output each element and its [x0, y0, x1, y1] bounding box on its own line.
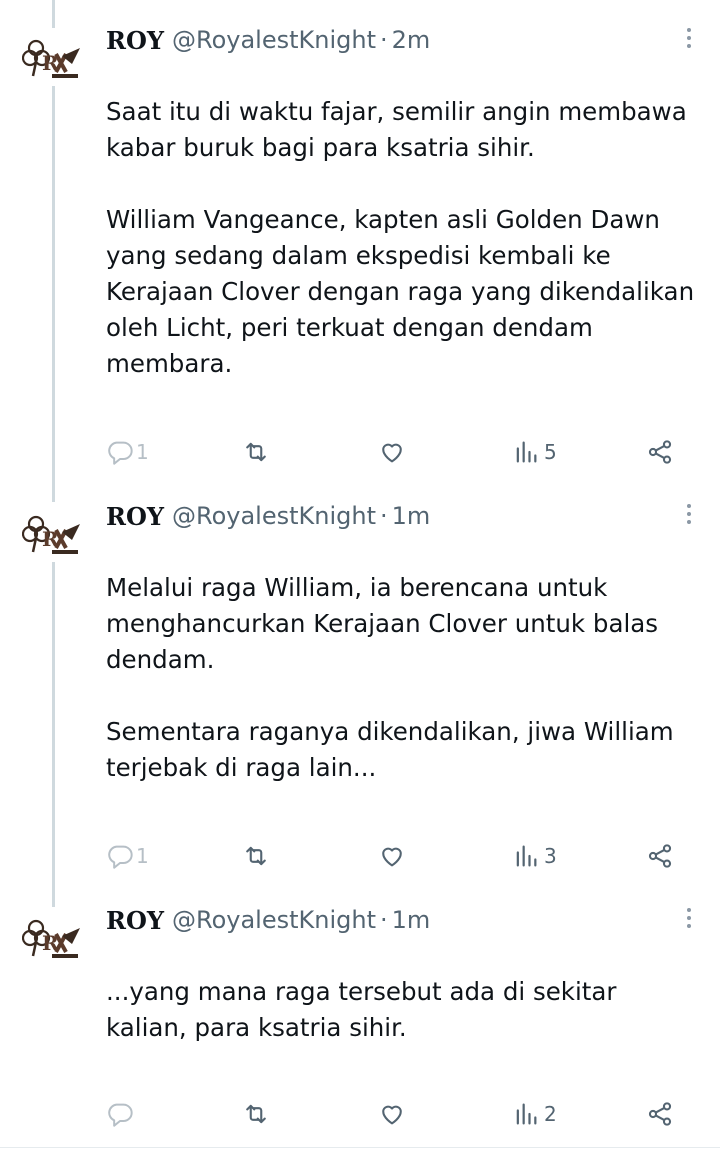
tweet-paragraph: William Vangeance, kapten asli Golden Da… — [106, 205, 695, 378]
more-vertical-icon — [687, 28, 691, 32]
bottom-divider — [0, 1147, 720, 1148]
retweet-icon — [246, 846, 266, 866]
views-count: 2 — [544, 1102, 557, 1126]
tweet-paragraph: ...yang mana raga tersebut ada di sekita… — [106, 977, 617, 1042]
share-icon — [648, 844, 672, 868]
tweet-paragraph: Sementara raganya dikendalikan, jiwa Wil… — [106, 717, 674, 782]
share-button[interactable] — [646, 1098, 674, 1130]
tweet-text: Melalui raga William, ia berencana untuk… — [106, 570, 696, 786]
views-count: 5 — [544, 440, 557, 464]
timestamp[interactable]: 1m — [392, 906, 431, 934]
share-button[interactable] — [646, 436, 674, 468]
tweet-header: ROY @RoyalestKnight · 1m — [106, 902, 430, 938]
tweet-text: ...yang mana raga tersebut ada di sekita… — [106, 974, 696, 1046]
reply-count: 1 — [136, 440, 149, 464]
like-button[interactable] — [378, 840, 406, 872]
views-button[interactable]: 5 — [512, 436, 557, 468]
reply-icon — [108, 441, 133, 465]
retweet-button[interactable] — [242, 840, 270, 872]
separator: · — [380, 502, 388, 530]
more-options-button[interactable] — [686, 504, 692, 528]
retweet-icon — [246, 1104, 266, 1124]
avatar[interactable]: R — [21, 38, 84, 80]
tweet[interactable]: R ROY @RoyalestKnight · 1m Melalui raga … — [0, 498, 720, 898]
like-button[interactable] — [378, 1098, 406, 1130]
reply-count: 1 — [136, 844, 149, 868]
views-button[interactable]: 2 — [512, 1098, 557, 1130]
tweet-text: Saat itu di waktu fajar, semilir angin m… — [106, 94, 696, 382]
roy-logo-avatar: R — [21, 39, 80, 78]
more-options-button[interactable] — [686, 908, 692, 932]
reply-button[interactable] — [106, 1098, 136, 1130]
avatar[interactable]: R — [21, 514, 84, 556]
display-name[interactable]: ROY — [106, 26, 164, 55]
tweet-paragraph: Saat itu di waktu fajar, semilir angin m… — [106, 97, 687, 162]
heart-icon — [382, 847, 402, 867]
roy-logo-avatar: R — [21, 515, 80, 554]
views-chart-icon — [516, 441, 537, 463]
action-bar: 1 3 — [106, 840, 686, 872]
separator: · — [380, 906, 388, 934]
heart-icon — [382, 1105, 402, 1125]
reply-icon — [108, 845, 133, 869]
views-chart-icon — [516, 1103, 537, 1125]
share-icon — [648, 440, 672, 464]
more-options-button[interactable] — [686, 28, 692, 52]
action-bar: 1 5 — [106, 436, 686, 468]
retweet-button[interactable] — [242, 436, 270, 468]
share-button[interactable] — [646, 840, 674, 872]
reply-button[interactable]: 1 — [106, 436, 149, 468]
display-name[interactable]: ROY — [106, 502, 164, 531]
share-icon — [648, 1102, 672, 1126]
avatar[interactable]: R — [21, 918, 84, 960]
retweet-button[interactable] — [242, 1098, 270, 1130]
heart-icon — [382, 443, 402, 463]
action-bar: 2 — [106, 1098, 686, 1130]
timestamp[interactable]: 1m — [392, 502, 431, 530]
user-handle[interactable]: @RoyalestKnight — [172, 26, 376, 54]
views-button[interactable]: 3 — [512, 840, 557, 872]
reply-icon — [108, 1103, 133, 1127]
separator: · — [380, 26, 388, 54]
tweet[interactable]: R ROY @RoyalestKnight · 1m ...yang mana … — [0, 902, 720, 1142]
views-count: 3 — [544, 844, 557, 868]
tweet[interactable]: R ROY @RoyalestKnight · 2m Saat itu di w… — [0, 22, 720, 492]
tweet-paragraph: Melalui raga William, ia berencana untuk… — [106, 573, 659, 674]
display-name[interactable]: ROY — [106, 906, 164, 935]
user-handle[interactable]: @RoyalestKnight — [172, 906, 376, 934]
views-chart-icon — [516, 845, 537, 867]
tweet-header: ROY @RoyalestKnight · 1m — [106, 498, 430, 534]
user-handle[interactable]: @RoyalestKnight — [172, 502, 376, 530]
tweet-header: ROY @RoyalestKnight · 2m — [106, 22, 430, 58]
more-vertical-icon — [687, 504, 691, 508]
like-button[interactable] — [378, 436, 406, 468]
reply-button[interactable]: 1 — [106, 840, 149, 872]
retweet-icon — [246, 442, 266, 462]
roy-logo-avatar: R — [21, 919, 80, 958]
more-vertical-icon — [687, 908, 691, 912]
timestamp[interactable]: 2m — [392, 26, 431, 54]
